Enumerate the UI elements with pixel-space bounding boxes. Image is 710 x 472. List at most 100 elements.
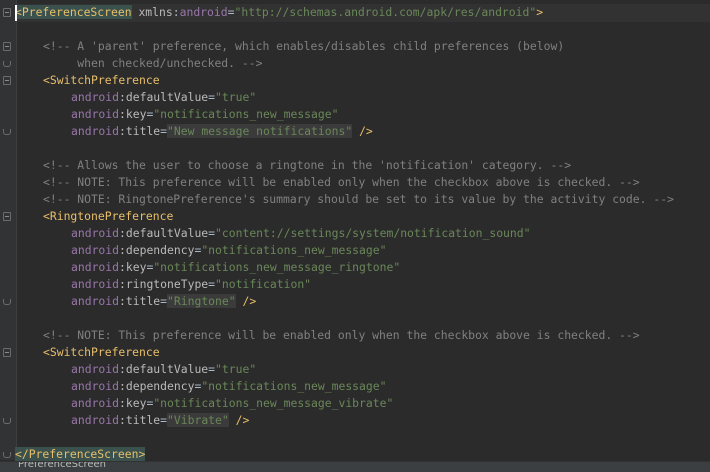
token-attrname: :dependency [119,243,195,257]
token-ns: android [71,90,120,104]
token-punct: : [172,5,180,19]
token-val: "New message notifications" [167,124,353,138]
token-punct: = [208,226,216,240]
text-caret [15,5,17,21]
fold-end-icon[interactable] [3,129,11,135]
breadcrumb[interactable]: PreferenceScreen [18,462,106,470]
code-line[interactable]: android:title="Ringtone" /> [71,293,256,310]
token-attrname: :dependency [119,379,195,393]
token-ns: android [71,413,120,427]
token-val: "content://settings/system/notification_… [215,226,531,240]
token-attrname: :title [119,413,161,427]
code-line[interactable]: <!-- A 'parent' preference, which enable… [43,38,564,55]
fold-end-icon[interactable] [3,418,11,424]
code-editor[interactable]: <PreferenceScreen xmlns:android="http://… [0,0,710,471]
token-attrname: :key [119,107,147,121]
fold-gutter [0,0,17,460]
code-line[interactable]: android:key="notifications_new_message" [71,106,338,123]
code-line[interactable]: android:dependency="notifications_new_me… [71,378,386,395]
fold-collapse-icon[interactable] [3,76,11,85]
token-attrname: :defaultValue [119,90,209,104]
code-line[interactable]: <PreferenceScreen xmlns:android="http://… [15,4,543,21]
code-line[interactable]: android:title="Vibrate" /> [71,412,249,429]
token-ns: android [179,5,228,19]
token-val: "true" [215,362,257,376]
code-line[interactable]: android:dependency="notifications_new_me… [71,242,386,259]
code-line[interactable]: <!-- NOTE: RingtonePreference's summary … [43,191,674,208]
token-cmt: <!-- A 'parent' preference, which enable… [43,39,565,53]
token-tag: <PreferenceScreen [15,5,132,19]
code-line[interactable]: <SwitchPreference [43,72,160,89]
fold-collapse-icon[interactable] [3,348,11,357]
code-line[interactable]: android:key="notifications_new_message_v… [71,395,393,412]
token-ns: android [71,260,120,274]
token-punct: = [160,294,168,308]
token-ns: android [71,294,120,308]
fold-collapse-icon[interactable] [3,212,11,221]
token-tag: <SwitchPreference [43,345,160,359]
fold-collapse-icon[interactable] [3,42,11,51]
token-ns: android [71,396,120,410]
code-line[interactable]: <!-- NOTE: This preference will be enabl… [43,327,640,344]
token-val: "http://schemas.android.com/apk/res/andr… [234,5,537,19]
token-attrname: :key [119,260,147,274]
code-line[interactable]: <SwitchPreference [43,344,160,361]
code-line[interactable]: android:key="notifications_new_message_r… [71,259,400,276]
code-line[interactable]: android:defaultValue="true" [71,89,256,106]
code-line[interactable]: android:defaultValue="content://settings… [71,225,531,242]
code-line[interactable]: <RingtonePreference [43,208,173,225]
token-ns: android [71,243,120,257]
fold-end-icon[interactable] [3,61,11,67]
code-line[interactable]: <!-- NOTE: This preference will be enabl… [43,174,640,191]
code-line[interactable]: android:ringtoneType="notification" [71,276,311,293]
token-val: "notifications_new_message" [153,107,339,121]
token-punct: = [208,90,216,104]
token-ns: android [71,107,120,121]
code-line[interactable]: android:title="New message notifications… [71,123,373,140]
token-cmt: when checked/unchecked. --> [43,56,263,70]
token-tag: /> [235,413,250,427]
code-line[interactable]: <!-- Allows the user to choose a rington… [43,157,571,174]
token-val: "true" [215,90,257,104]
token-punct: = [160,124,168,138]
token-ns: android [71,124,120,138]
token-ns: android [71,362,120,376]
token-punct: = [160,413,168,427]
token-tag: <RingtonePreference [43,209,174,223]
fold-collapse-icon[interactable] [3,8,11,17]
token-cmt: <!-- NOTE: This preference will be enabl… [43,175,640,189]
token-val: "notification" [215,277,312,291]
token-punct: = [208,362,216,376]
fold-end-icon[interactable] [3,452,11,458]
token-cmt: <!-- NOTE: This preference will be enabl… [43,328,640,342]
token-val: "Ringtone" [167,294,236,308]
token-attrname: :defaultValue [119,226,209,240]
token-punct: = [208,277,216,291]
breadcrumb-bar: PreferenceScreen [0,461,710,472]
fold-end-icon[interactable] [3,299,11,305]
token-ns: android [71,277,120,291]
token-tag: <SwitchPreference [43,73,160,87]
token-val: "notifications_new_message" [201,379,387,393]
token-ns: android [71,379,120,393]
token-attrname: :title [119,124,161,138]
token-tag: /> [359,124,373,138]
token-tag: </PreferenceScreen> [15,447,146,461]
token-val: "Vibrate" [167,413,229,427]
token-attrname: :title [119,294,161,308]
code-line[interactable]: android:defaultValue="true" [71,361,256,378]
token-val: "notifications_new_message" [201,243,387,257]
token-attrname: :key [119,396,147,410]
token-cmt: <!-- Allows the user to choose a rington… [43,158,572,172]
token-punct [229,413,236,427]
code-line[interactable]: when checked/unchecked. --> [43,55,262,72]
token-attrname: xmlns [138,5,173,19]
token-tag: > [536,5,544,19]
token-attrname: :defaultValue [119,362,209,376]
token-ns: android [71,226,120,240]
token-tag: /> [242,294,257,308]
token-val: "notifications_new_message_ringtone" [153,260,401,274]
token-val: "notifications_new_message_vibrate" [153,396,394,410]
token-attrname: :ringtoneType [119,277,209,291]
token-cmt: <!-- NOTE: RingtonePreference's summary … [43,192,674,206]
